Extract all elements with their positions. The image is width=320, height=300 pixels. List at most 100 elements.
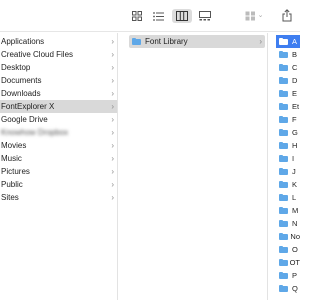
- list-item-label: D: [292, 76, 298, 85]
- chevron-right-icon: ›: [111, 89, 114, 98]
- list-item[interactable]: Creative Cloud Files ›: [0, 48, 117, 61]
- column-view-button[interactable]: [172, 9, 192, 23]
- list-item-label: I: [292, 154, 295, 163]
- chevron-right-icon: ›: [111, 50, 114, 59]
- gallery-view-icon: [199, 11, 211, 21]
- list-item[interactable]: Knowhow Dropbox ›: [0, 126, 117, 139]
- list-item-label: Desktop: [1, 63, 31, 72]
- folder-icon: [279, 129, 288, 136]
- list-item[interactable]: Et: [276, 100, 300, 113]
- list-item[interactable]: F: [276, 113, 300, 126]
- folder-icon: [279, 272, 288, 279]
- group-button[interactable]: ⌄: [242, 9, 266, 23]
- share-icon: [282, 8, 292, 21]
- list-item[interactable]: Sites ›: [0, 191, 117, 204]
- folder-icon: [279, 142, 288, 149]
- list-item[interactable]: Desktop ›: [0, 61, 117, 74]
- list-item[interactable]: G: [276, 126, 300, 139]
- list-item[interactable]: P: [276, 269, 300, 282]
- list-item[interactable]: M: [276, 204, 300, 217]
- list-item-label: P: [292, 271, 298, 280]
- list-item[interactable]: H: [276, 139, 300, 152]
- list-item-label: Music: [1, 154, 22, 163]
- chevron-right-icon: ›: [111, 63, 114, 72]
- folder-icon: [132, 38, 141, 45]
- share-button[interactable]: [280, 7, 294, 23]
- icon-view-button[interactable]: [130, 9, 144, 23]
- list-view-button[interactable]: [151, 9, 165, 23]
- list-item[interactable]: Applications ›: [0, 35, 117, 48]
- list-item[interactable]: J: [276, 165, 300, 178]
- list-item-label: Documents: [1, 76, 42, 85]
- list-item[interactable]: OT: [276, 256, 300, 269]
- list-item-label: O: [292, 245, 298, 254]
- folder-icon: [279, 220, 288, 227]
- list-view-icon: [152, 11, 164, 21]
- folder-icon: [279, 64, 288, 71]
- list-item[interactable]: D: [276, 74, 300, 87]
- list-item[interactable]: B: [276, 48, 300, 61]
- list-item-label: Creative Cloud Files: [1, 50, 74, 59]
- list-item[interactable]: Public ›: [0, 178, 117, 191]
- column-fontexplorer: Font Library ›: [127, 33, 268, 300]
- list-item-label: Knowhow Dropbox: [1, 128, 69, 137]
- list-item-label: F: [292, 115, 297, 124]
- folder-icon: [279, 116, 288, 123]
- list-item-label: J: [292, 167, 296, 176]
- list-item-label: Q: [292, 284, 298, 293]
- folder-icon: [279, 51, 288, 58]
- folder-icon: [279, 181, 288, 188]
- finder-toolbar: ⌄: [0, 0, 300, 32]
- list-item-label: Et: [292, 102, 300, 111]
- list-item-label: K: [292, 180, 298, 189]
- chevron-right-icon: ›: [111, 128, 114, 137]
- list-item[interactable]: Music ›: [0, 152, 117, 165]
- list-item-label: Public: [1, 180, 23, 189]
- list-item[interactable]: N: [276, 217, 300, 230]
- list-item[interactable]: I: [276, 152, 300, 165]
- chevron-right-icon: ›: [111, 37, 114, 46]
- gallery-view-button[interactable]: [197, 9, 213, 23]
- list-item[interactable]: C: [276, 61, 300, 74]
- list-item-label: Sites: [1, 193, 19, 202]
- list-item-selected[interactable]: Font Library ›: [129, 35, 265, 48]
- list-item[interactable]: Pictures ›: [0, 165, 117, 178]
- folder-icon: [279, 155, 288, 162]
- chevron-right-icon: ›: [111, 141, 114, 150]
- column-font-library: A B C D E Et F G H I J K L M N No O OT P Q: [276, 33, 300, 300]
- list-item[interactable]: Q: [276, 282, 300, 295]
- list-item[interactable]: No: [276, 230, 300, 243]
- list-item-selected[interactable]: FontExplorer X ›: [0, 100, 117, 113]
- chevron-right-icon: ›: [111, 167, 114, 176]
- folder-icon: [279, 207, 288, 214]
- list-item-label: Google Drive: [1, 115, 48, 124]
- folder-icon: [279, 90, 288, 97]
- list-item[interactable]: Google Drive ›: [0, 113, 117, 126]
- list-item-label: L: [292, 193, 297, 202]
- list-item-label: B: [292, 50, 298, 59]
- list-item-label: N: [292, 219, 298, 228]
- list-item-label: FontExplorer X: [1, 102, 55, 111]
- list-item-label: A: [292, 37, 298, 46]
- list-item[interactable]: K: [276, 178, 300, 191]
- list-item-selected[interactable]: A: [276, 35, 300, 48]
- list-item-label: Downloads: [1, 89, 41, 98]
- list-item[interactable]: L: [276, 191, 300, 204]
- list-item-label: Font Library: [145, 37, 188, 46]
- list-item[interactable]: Movies ›: [0, 139, 117, 152]
- group-icon: [245, 11, 255, 21]
- column-view-icon: [176, 11, 188, 21]
- list-item-label: E: [292, 89, 298, 98]
- folder-icon: [279, 103, 288, 110]
- folder-icon: [279, 194, 288, 201]
- chevron-down-icon: ⌄: [257, 12, 264, 19]
- list-item[interactable]: Documents ›: [0, 74, 117, 87]
- folder-icon: [279, 77, 288, 84]
- list-item[interactable]: E: [276, 87, 300, 100]
- chevron-right-icon: ›: [111, 115, 114, 124]
- chevron-right-icon: ›: [111, 180, 114, 189]
- list-item[interactable]: O: [276, 243, 300, 256]
- folder-icon: [279, 38, 288, 45]
- list-item[interactable]: Downloads ›: [0, 87, 117, 100]
- list-item-label: G: [292, 128, 298, 137]
